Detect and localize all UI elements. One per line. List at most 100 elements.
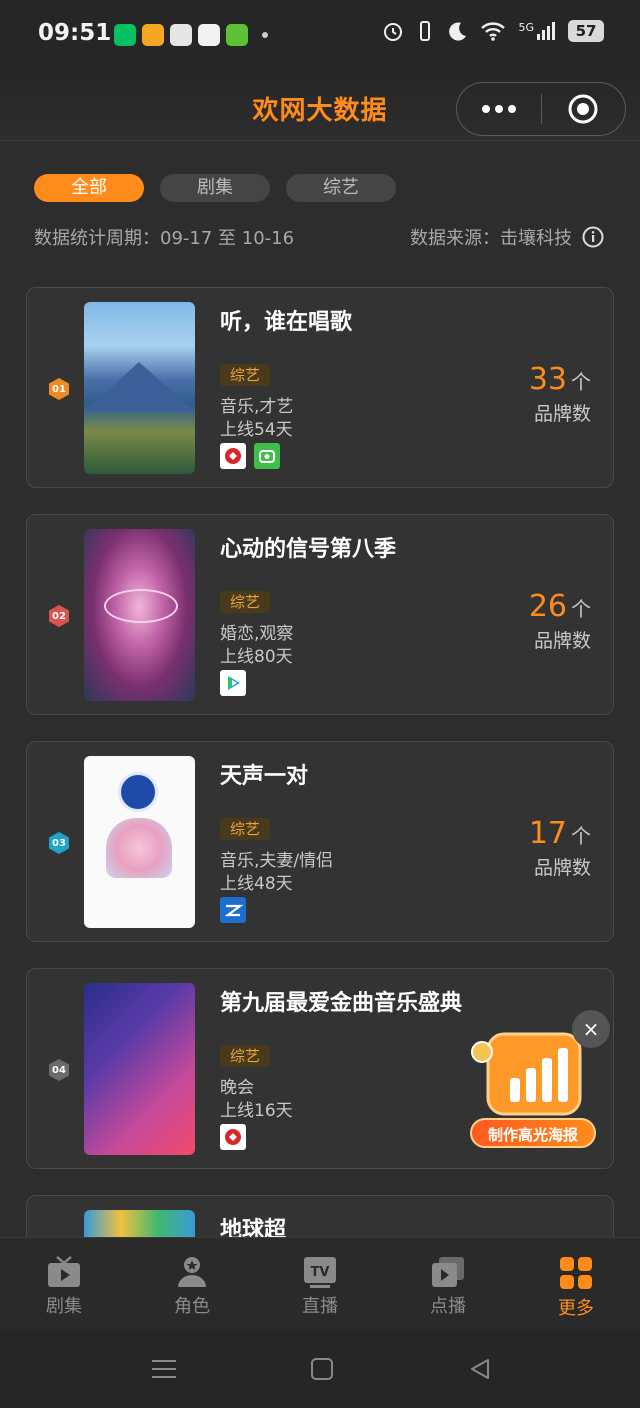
status-bar: 09:51 5G 57: [0, 0, 640, 70]
brand-count-number: 33: [528, 362, 567, 397]
more-menu-button[interactable]: [457, 83, 541, 135]
nav-vod[interactable]: 点播: [384, 1238, 512, 1330]
nav-series[interactable]: 剧集: [0, 1238, 128, 1330]
tab-series[interactable]: 剧集: [160, 174, 270, 202]
show-title: 心动的信号第八季: [220, 537, 397, 562]
nav-label: 直播: [302, 1296, 338, 1317]
system-icons: 5G 57: [382, 20, 604, 42]
notification-icons: [114, 24, 268, 46]
brand-count-label: 品牌数: [533, 857, 591, 879]
genre-badge: 综艺: [220, 1045, 271, 1067]
wechat-icon: [114, 24, 136, 46]
show-tags: 婚恋,观察: [220, 624, 294, 644]
sponsor-logo: [118, 772, 158, 812]
platform-list: [220, 670, 246, 696]
clock-app-icon: [170, 24, 192, 46]
miniapp-capsule: [456, 82, 626, 136]
nav-label: 点播: [430, 1296, 466, 1317]
online-days: 上线80天: [220, 647, 293, 667]
brand-count: 17 个 品牌数: [529, 816, 591, 880]
grid-icon: [560, 1257, 592, 1289]
show-poster: [84, 529, 195, 701]
show-tags: 晚会: [220, 1078, 254, 1098]
tab-variety[interactable]: 综艺: [286, 174, 396, 202]
online-days: 上线48天: [220, 874, 293, 894]
nav-label: 剧集: [46, 1296, 82, 1317]
rank-badge: 03: [47, 831, 71, 855]
list-item[interactable]: 02 心动的信号第八季 综艺 婚恋,观察 上线80天 26 个 品牌数: [26, 514, 614, 715]
promo-close-button[interactable]: ×: [572, 1010, 610, 1048]
rank-number: 04: [52, 1064, 66, 1076]
rank-badge: 04: [47, 1058, 71, 1082]
show-poster: [84, 302, 195, 474]
brand-count-number: 26: [528, 589, 567, 624]
close-miniapp-button[interactable]: [542, 83, 626, 135]
network-type: 5G: [518, 21, 534, 34]
show-poster: [84, 983, 195, 1155]
make-poster-button[interactable]: 制作高光海报: [470, 1118, 596, 1148]
brand-count-number: 17: [528, 816, 567, 851]
more-dots-icon: [481, 105, 516, 113]
more-notifications-dot: [262, 32, 268, 38]
wifi-icon: [481, 22, 506, 41]
list-item[interactable]: 03 天声一对 综艺 音乐,夫妻/情侣 上线48天 17 个 品牌数: [26, 741, 614, 942]
category-tabs: 全部 剧集 综艺: [34, 174, 396, 202]
role-icon: [178, 1257, 206, 1287]
signal-indicator: 5G: [518, 21, 556, 41]
brand-count-unit: 个: [571, 824, 591, 848]
nav-label: 角色: [174, 1296, 210, 1317]
nav-label: 更多: [558, 1298, 594, 1319]
dragon-tv-icon: [220, 1124, 246, 1150]
brand-count-label: 品牌数: [533, 630, 591, 652]
moon-icon: [449, 22, 467, 41]
tv-icon: [48, 1256, 80, 1287]
system-nav-bar: [0, 1329, 640, 1408]
show-title: 第九届最爱金曲音乐盛典: [220, 991, 463, 1016]
brand-count-unit: 个: [571, 597, 591, 621]
poster-heart: [106, 818, 172, 878]
brand-count-label: 品牌数: [533, 403, 591, 425]
dragon-tv-icon: [220, 443, 246, 469]
tencent-video-icon: [220, 670, 246, 696]
menu-icon[interactable]: [150, 1357, 178, 1381]
online-days: 上线54天: [220, 420, 293, 440]
vibrate-icon: [420, 21, 431, 41]
platform-list: [220, 443, 280, 469]
app-header: 欢网大数据: [0, 70, 640, 141]
message-icon: [226, 24, 248, 46]
back-icon[interactable]: [468, 1357, 492, 1381]
show-poster: [84, 756, 195, 928]
data-source: 数据来源：击壤科技: [410, 224, 604, 250]
rank-number: 01: [52, 383, 66, 395]
brand-count: 33 个 品牌数: [529, 362, 591, 426]
battery-indicator: 57: [568, 20, 604, 42]
poster-ripple: [104, 589, 178, 623]
brand-count: 26 个 品牌数: [529, 589, 591, 653]
data-source-text: 数据来源：击壤科技: [410, 228, 572, 249]
alarm-icon: [384, 23, 403, 41]
show-title: 天声一对: [220, 764, 309, 789]
info-icon[interactable]: [582, 226, 604, 248]
poster-mountains: [84, 362, 195, 412]
vod-icon: [432, 1257, 464, 1287]
home-icon[interactable]: [310, 1357, 334, 1381]
show-tags: 音乐,才艺: [220, 397, 294, 417]
rank-number: 02: [52, 610, 66, 622]
list-item[interactable]: 01 听，谁在唱歌 综艺 音乐,才艺 上线54天 33 个 品牌数: [26, 287, 614, 488]
platform-list: [220, 1124, 246, 1150]
nav-role[interactable]: 角色: [128, 1238, 256, 1330]
zhejiang-tv-icon: [220, 897, 246, 923]
live-tv-icon: TV: [304, 1257, 336, 1288]
rank-badge: 02: [47, 604, 71, 628]
nav-more[interactable]: 更多: [512, 1238, 640, 1330]
weibo-icon: [142, 24, 164, 46]
platform-list: [220, 897, 246, 923]
show-tags: 音乐,夫妻/情侣: [220, 851, 334, 871]
tab-all[interactable]: 全部: [34, 174, 144, 202]
target-close-icon: [568, 94, 598, 124]
mango-icon: [254, 443, 280, 469]
nav-live[interactable]: TV 直播: [256, 1238, 384, 1330]
genre-badge: 综艺: [220, 591, 271, 613]
rank-number: 03: [52, 837, 66, 849]
show-title: 听，谁在唱歌: [220, 310, 353, 335]
